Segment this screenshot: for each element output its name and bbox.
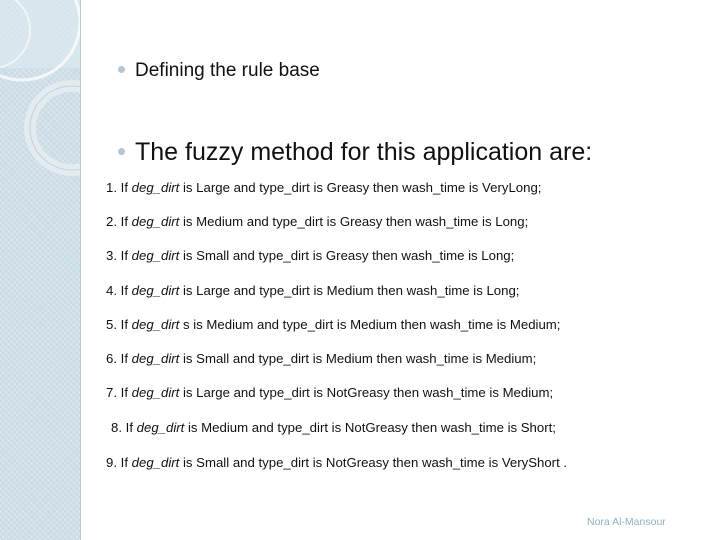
bullet-dot-icon	[118, 148, 125, 155]
footer-author: Nora Al-Mansour	[587, 516, 666, 528]
rule-6: 6. If deg_dirt is Small and type_dirt is…	[106, 351, 537, 366]
decorative-side-panel	[0, 0, 81, 540]
rule-3: 3. If deg_dirt is Small and type_dirt is…	[106, 248, 515, 263]
rule-4: 4. If deg_dirt is Large and type_dirt is…	[106, 283, 520, 298]
rule-8: 8. If deg_dirt is Medium and type_dirt i…	[111, 420, 556, 435]
bullet-fuzzy-method: The fuzzy method for this application ar…	[118, 138, 592, 167]
rule-9: 9. If deg_dirt is Small and type_dirt is…	[106, 455, 568, 470]
rule-7: 7. If deg_dirt is Large and type_dirt is…	[106, 385, 554, 400]
rule-1: 1. If deg_dirt is Large and type_dirt is…	[106, 180, 542, 195]
bullet-defining-rule-base: Defining the rule base	[118, 60, 320, 82]
decorative-circles	[0, 0, 80, 176]
bullet-text: Defining the rule base	[135, 60, 320, 81]
bullet-text: The fuzzy method for this application ar…	[135, 138, 593, 166]
bullet-dot-icon	[118, 66, 125, 73]
rule-2: 2. If deg_dirt is Medium and type_dirt i…	[106, 214, 529, 229]
rule-5: 5. If deg_dirt s is Medium and type_dirt…	[106, 317, 561, 332]
